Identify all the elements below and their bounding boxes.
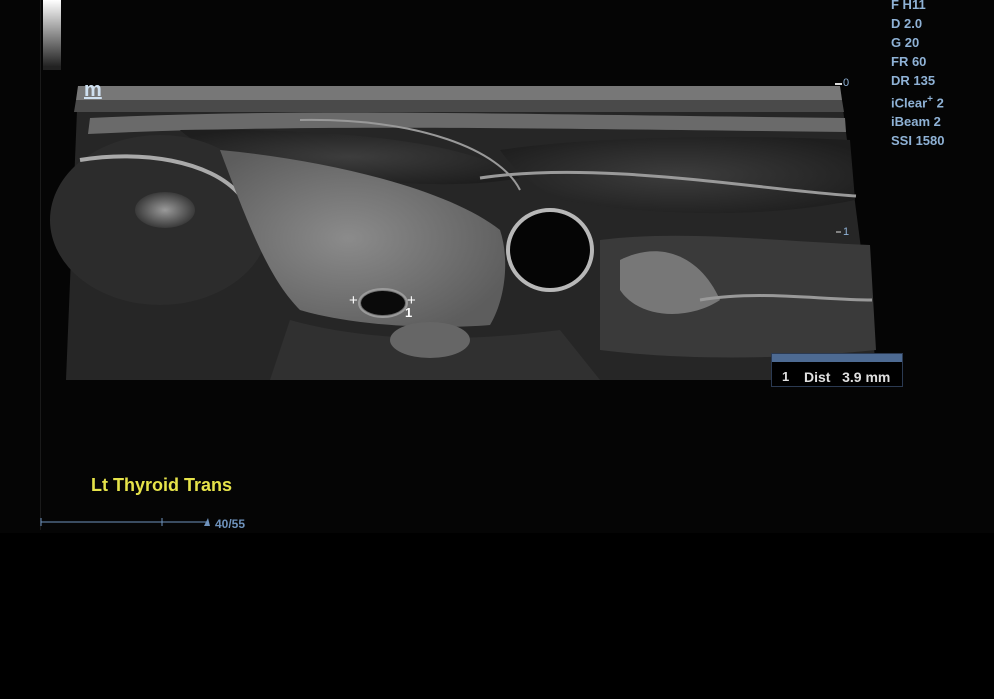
frame-counter: 40/55 [215, 517, 246, 531]
caliper-index: 1 [405, 305, 413, 320]
caliper-start-icon[interactable]: + [349, 292, 358, 309]
acquisition-parameters: F H11 D 2.0 G 20 FR 60 DR 135 iClear+ 2 … [891, 0, 945, 150]
measurement-panel: 1 Dist 3.9 mm [771, 353, 903, 387]
measurement-panel-header [772, 354, 902, 362]
nodule [361, 291, 405, 315]
measurement-index: 1 [782, 369, 790, 384]
image-annotation: Lt Thyroid Trans [91, 475, 233, 495]
carotid-artery [510, 212, 590, 288]
param-depth: D 2.0 [891, 16, 923, 31]
measurement-result: Dist 3.9 mm [804, 369, 891, 385]
param-ssi: SSI 1580 [891, 133, 945, 149]
bottom-black-area [0, 533, 994, 699]
param-dynamic-range: DR 135 [891, 73, 936, 88]
depth-mark-zero: 0 [843, 77, 850, 89]
depth-mark-one: 1 [843, 226, 850, 238]
param-iclear: iClear+ 2 [891, 94, 944, 111]
param-ibeam: iBeam 2 [891, 114, 941, 130]
param-frame-rate: FR 60 [891, 54, 927, 69]
param-gain: G 20 [891, 35, 920, 50]
param-freq: F H11 [891, 0, 926, 12]
probe-orientation-logo: m [84, 79, 102, 101]
